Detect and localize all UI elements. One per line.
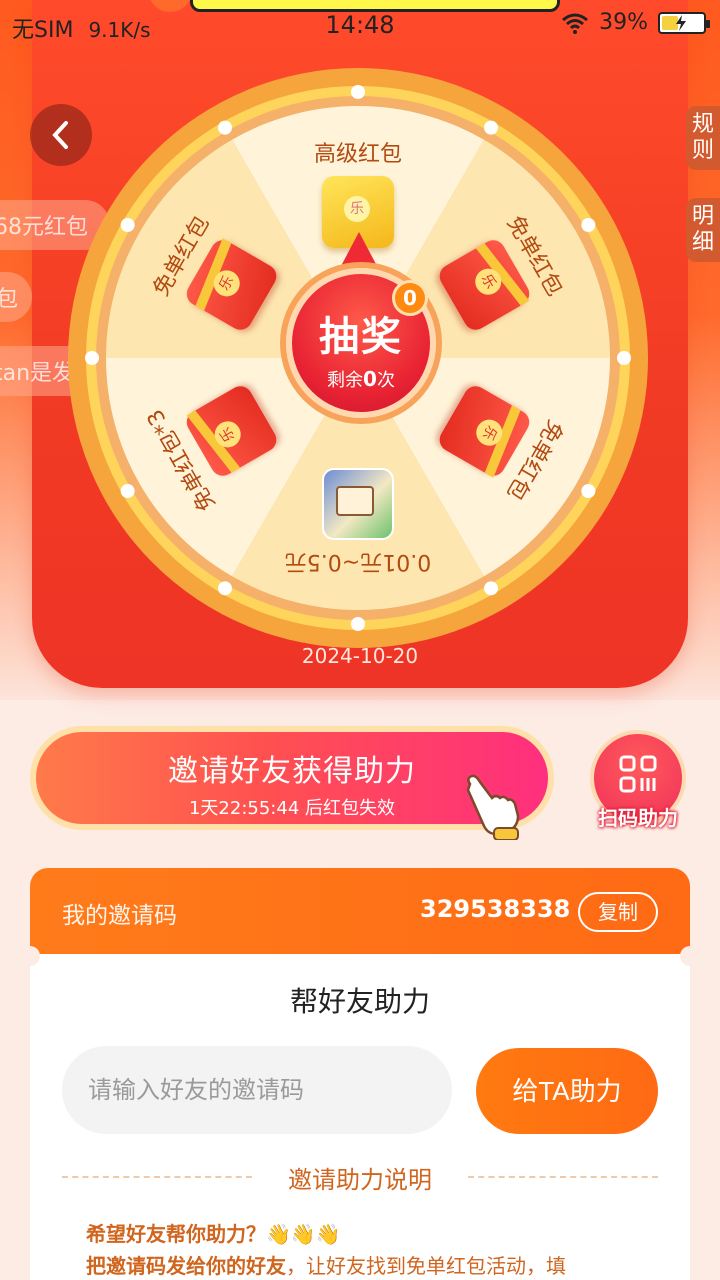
wheel-light xyxy=(218,581,232,596)
wheel-light xyxy=(120,218,135,232)
ticker-text: 包 xyxy=(0,287,19,312)
status-bar: 无SIM 9.1K/s 14:48 39% xyxy=(0,0,720,50)
status-icons: 39% xyxy=(561,10,710,35)
charging-icon xyxy=(676,14,686,31)
help-friend-button[interactable]: 给TA助力 xyxy=(476,1048,658,1134)
battery-icon xyxy=(658,11,710,34)
details-tab[interactable]: 明细 xyxy=(686,198,720,262)
wifi-icon xyxy=(562,13,589,34)
my-invite-code: 329538338 xyxy=(420,895,571,923)
battery-percent: 39% xyxy=(599,10,648,35)
wheel-pointer xyxy=(341,232,377,266)
pointing-hand-icon xyxy=(466,774,520,840)
card-notch xyxy=(680,946,690,966)
wheel-light xyxy=(351,85,365,99)
remaining-prefix: 剩余 xyxy=(327,370,364,391)
help-friend-title: 帮好友助力 xyxy=(289,985,430,1018)
my-invite-code-label: 我的邀请码 xyxy=(62,903,177,929)
rules-line: 希望好友帮你助力？👋👋👋 xyxy=(86,1222,341,1246)
rules-highlight: 把邀请码发给你的好友 xyxy=(86,1254,286,1278)
invite-code-header: 我的邀请码 329538338 复制 xyxy=(30,868,690,954)
game-prize-image xyxy=(322,468,394,540)
rules-tab-label: 规则 xyxy=(691,112,714,163)
copy-button[interactable]: 复制 xyxy=(578,892,658,932)
wheel-light xyxy=(120,484,135,498)
wheel-light xyxy=(581,218,596,232)
invite-code-card: 我的邀请码 329538338 复制 帮好友助力 给TA助力 邀请助力说明 希望… xyxy=(30,868,690,1280)
scan-code-label[interactable]: 扫码助力 xyxy=(578,802,698,831)
rules-line: 把邀请码发给你的好友，让好友找到免单红包活动，填 xyxy=(86,1250,566,1279)
details-tab-label: 明细 xyxy=(691,204,714,255)
wheel-light xyxy=(85,351,99,365)
remaining-draws: 剩余0次 xyxy=(292,366,430,392)
qr-code-icon xyxy=(619,755,657,793)
wheel-light xyxy=(484,581,498,596)
wheel-light xyxy=(351,617,365,631)
wheel-light xyxy=(484,120,498,135)
activity-date: 2024-10-20 xyxy=(301,644,419,668)
remaining-suffix: 次 xyxy=(376,370,395,391)
rules-text: ，让好友找到免单红包活动，填 xyxy=(286,1254,566,1278)
rules-tab[interactable]: 规则 xyxy=(686,106,720,170)
rules-title: 邀请助力说明 xyxy=(288,1166,432,1194)
wheel-light xyxy=(218,120,232,135)
wheel-light xyxy=(617,351,631,365)
wheel-light xyxy=(581,484,596,498)
friend-code-input[interactable] xyxy=(62,1046,452,1134)
draw-count-badge: 0 xyxy=(392,280,428,316)
remaining-count: 0 xyxy=(363,367,377,391)
